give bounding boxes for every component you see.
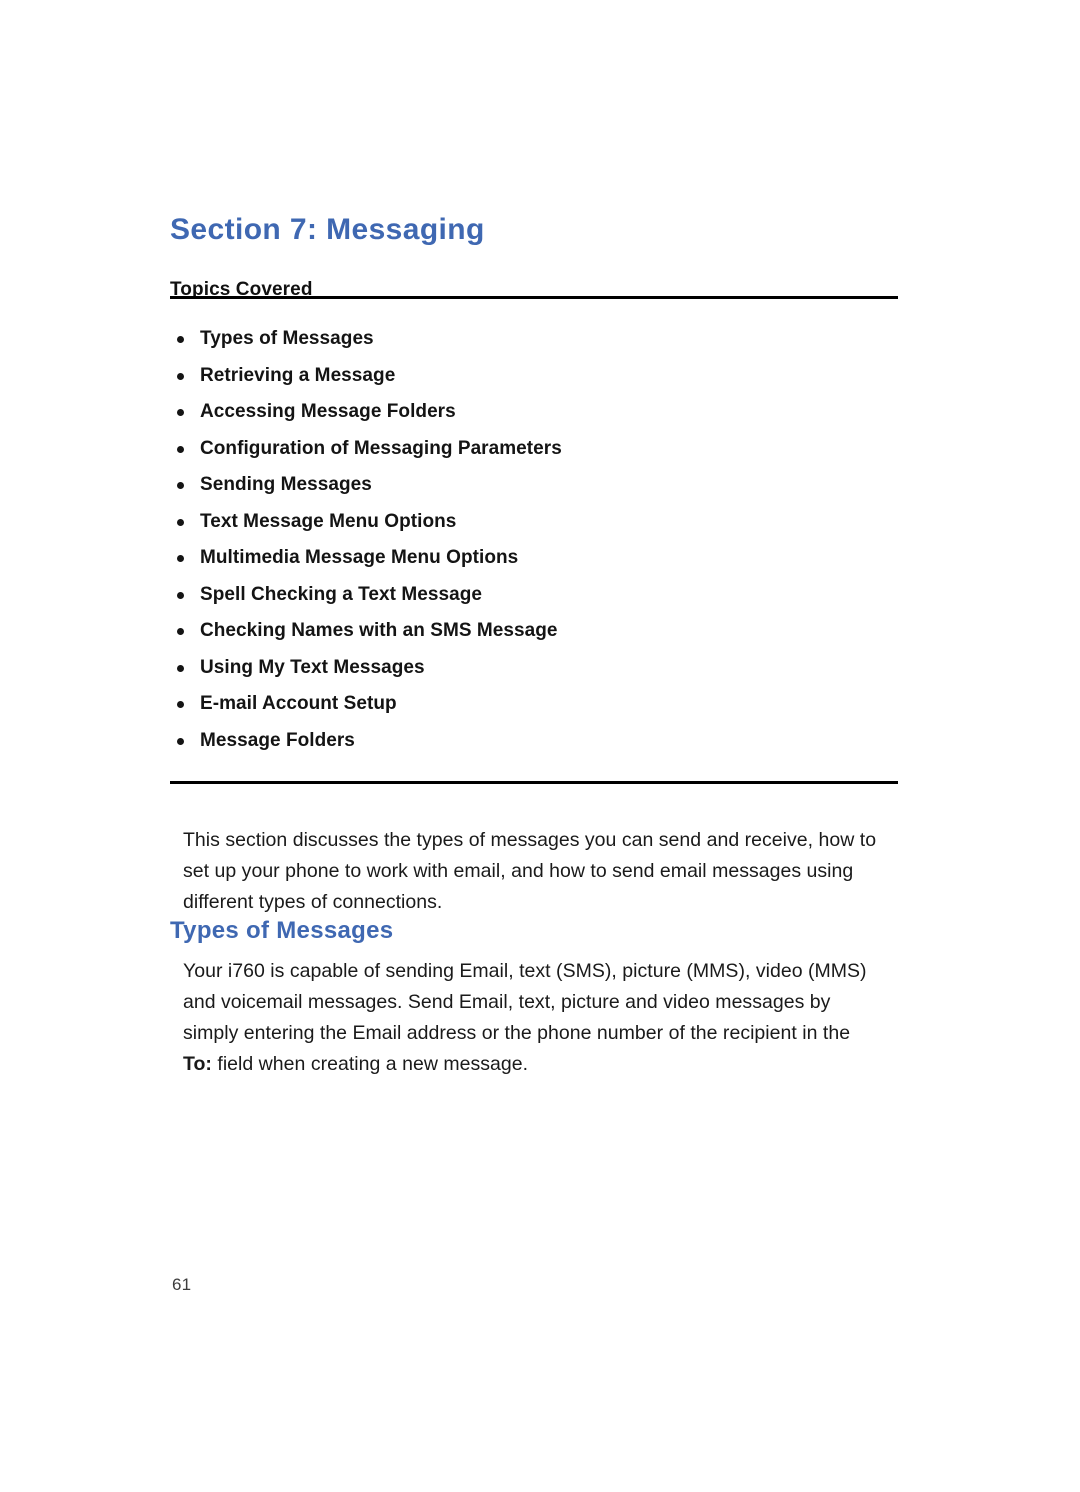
intro-paragraph: This section discusses the types of mess… (183, 828, 877, 913)
divider-top (170, 296, 898, 299)
list-item: Text Message Menu Options (170, 508, 898, 545)
list-item-label: Retrieving a Message (200, 364, 396, 386)
list-item-label: Checking Names with an SMS Message (200, 620, 558, 641)
list-item: Retrieving a Message (170, 362, 898, 399)
bullet-icon (177, 737, 184, 745)
bullet-icon (177, 701, 184, 708)
list-item-label: Accessing Message Folders (200, 401, 456, 422)
list-item-label: Text Message Menu Options (200, 510, 457, 532)
bullet-icon (177, 664, 184, 672)
page-title: Section 7: Messaging (170, 213, 485, 247)
bullet-icon (177, 518, 184, 526)
bullet-icon (177, 628, 184, 635)
list-item-label: E-mail Account Setup (200, 693, 397, 714)
topics-list: Types of Messages Retrieving a Message A… (170, 325, 898, 763)
bullet-icon (177, 482, 184, 489)
list-item-label: Sending Messages (200, 474, 372, 495)
types-of-messages-heading: Types of Messages (170, 916, 394, 944)
to-field-label: To: (183, 1052, 212, 1075)
list-item-label: Types of Messages (200, 328, 374, 349)
paragraph-text-after-to: field when creating a new message. (211, 1052, 529, 1075)
list-item: E-mail Account Setup (170, 690, 898, 727)
list-item-label: Multimedia Message Menu Options (200, 547, 519, 568)
list-item: Configuration of Messaging Parameters (170, 435, 898, 472)
list-item: Using My Text Messages (170, 654, 898, 691)
types-of-messages-paragraph: Your i760 is capable of sending Email, t… (183, 956, 883, 1080)
bullet-icon (177, 372, 184, 380)
list-item-label: Using My Text Messages (200, 656, 425, 678)
list-item: Spell Checking a Text Message (170, 581, 898, 618)
document-page: Section 7: Messaging Topics Covered Type… (0, 0, 1080, 1492)
bullet-icon (177, 591, 184, 599)
page-number: 61 (172, 1275, 192, 1294)
bullet-icon (177, 555, 184, 562)
list-item-label: Message Folders (200, 729, 355, 751)
list-item-label: Configuration of Messaging Parameters (200, 437, 562, 459)
paragraph-text-before-to: Your i760 is capable of sending Email, t… (183, 959, 867, 1044)
bullet-icon (177, 409, 184, 416)
list-item: Multimedia Message Menu Options (170, 544, 898, 581)
list-item: Types of Messages (170, 325, 898, 362)
list-item-label: Spell Checking a Text Message (200, 583, 482, 605)
bullet-icon (177, 336, 184, 343)
list-item: Message Folders (170, 727, 898, 764)
bullet-icon (177, 445, 184, 453)
list-item: Checking Names with an SMS Message (170, 617, 898, 654)
list-item: Sending Messages (170, 471, 898, 508)
divider-bottom (170, 781, 898, 784)
list-item: Accessing Message Folders (170, 398, 898, 435)
